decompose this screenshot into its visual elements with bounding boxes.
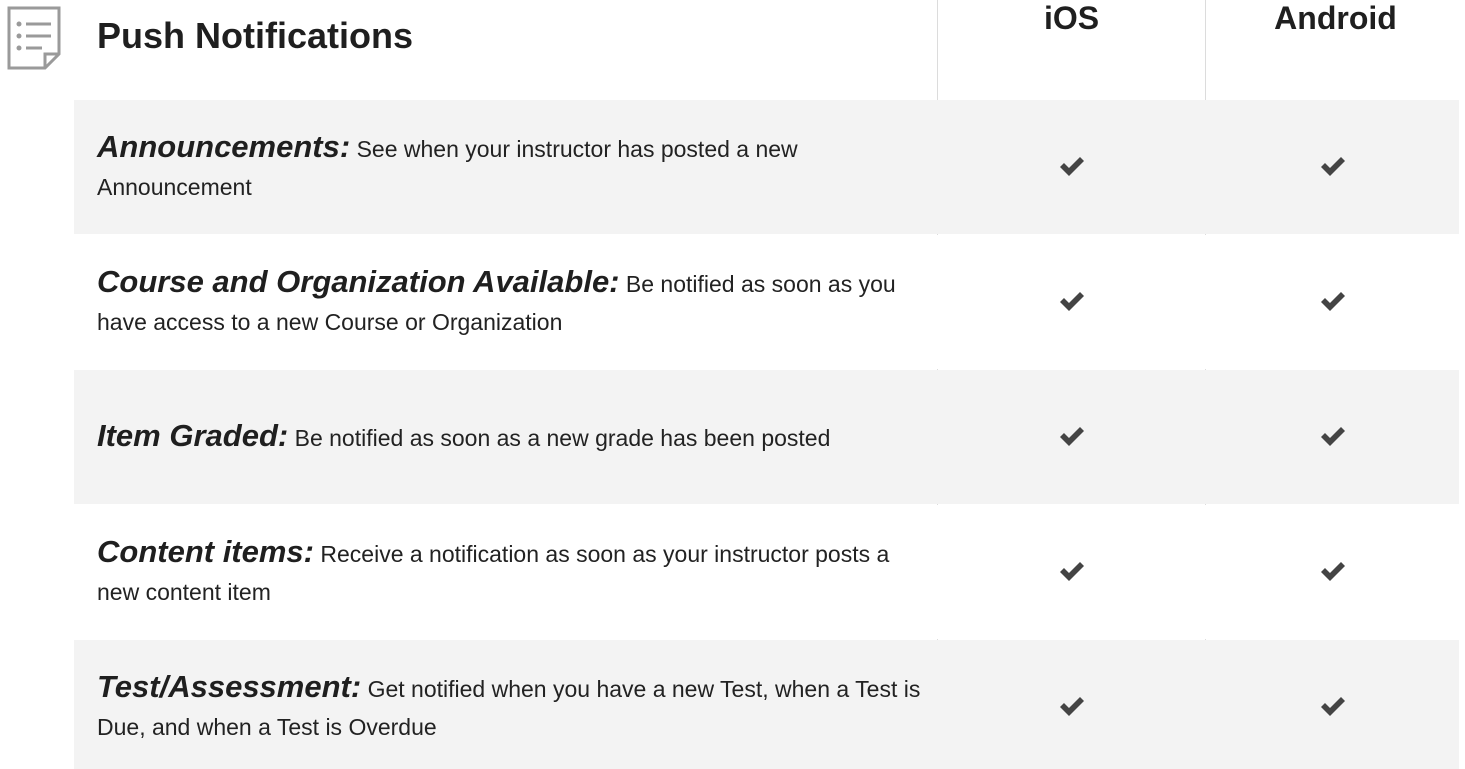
ios-support-cell — [938, 640, 1206, 769]
checkmark-icon — [1060, 697, 1084, 716]
android-support-cell — [1206, 235, 1459, 369]
feature-name: Announcements: — [97, 129, 351, 164]
checkmark-icon — [1060, 157, 1084, 176]
checkmark-icon — [1060, 562, 1084, 581]
checkmark-icon — [1320, 157, 1345, 176]
row-description: Content items: Receive a notification as… — [74, 533, 937, 611]
column-header-android: Android — [1274, 0, 1397, 36]
android-support-cell — [1206, 370, 1459, 504]
row-description: Test/Assessment: Get notified when you h… — [74, 668, 937, 746]
list-document-icon — [7, 6, 61, 70]
checkmark-icon — [1320, 697, 1345, 716]
checkmark-icon — [1060, 292, 1084, 311]
feature-name: Course and Organization Available: — [97, 264, 620, 299]
push-notifications-page: Push Notifications iOS Android Announcem… — [0, 0, 1465, 769]
feature-name: Item Graded: — [97, 418, 289, 453]
ios-support-cell — [938, 235, 1206, 369]
table-row: Announcements: See when your instructor … — [74, 100, 1459, 234]
checkmark-icon — [1060, 427, 1084, 446]
ios-support-cell — [938, 370, 1206, 504]
checkmark-icon — [1320, 427, 1345, 446]
table-row: Course and Organization Available: Be no… — [74, 235, 1459, 369]
ios-support-cell — [938, 100, 1206, 234]
android-support-cell — [1206, 505, 1459, 639]
row-description: Course and Organization Available: Be no… — [74, 263, 937, 341]
page-title: Push Notifications — [97, 15, 414, 56]
notifications-table: Announcements: See when your instructor … — [74, 100, 1459, 769]
row-description: Announcements: See when your instructor … — [74, 128, 937, 206]
feature-name: Test/Assessment: — [97, 669, 362, 704]
row-description: Item Graded: Be notified as soon as a ne… — [74, 417, 937, 457]
table-row: Content items: Receive a notification as… — [74, 505, 1459, 639]
checkmark-icon — [1320, 562, 1345, 581]
feature-name: Content items: — [97, 534, 314, 569]
android-support-cell — [1206, 100, 1459, 234]
ios-support-cell — [938, 505, 1206, 639]
column-header-ios: iOS — [1043, 0, 1100, 36]
checkmark-icon — [1320, 292, 1345, 311]
table-row: Test/Assessment: Get notified when you h… — [74, 640, 1459, 769]
table-row: Item Graded: Be notified as soon as a ne… — [74, 370, 1459, 504]
feature-description: Be notified as soon as a new grade has b… — [288, 425, 831, 451]
android-support-cell — [1206, 640, 1459, 769]
